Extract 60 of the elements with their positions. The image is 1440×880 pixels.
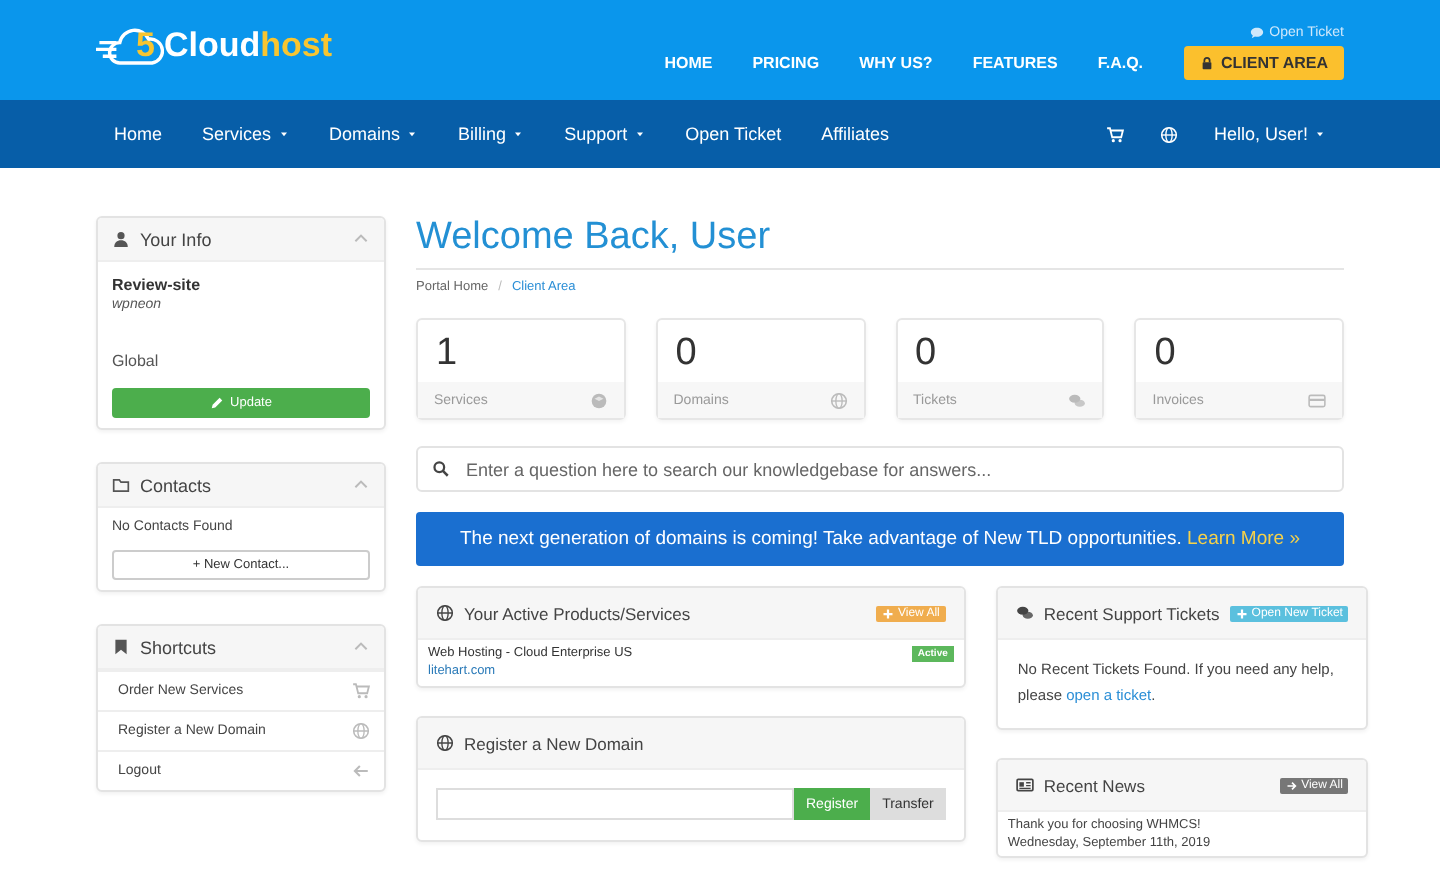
company-name: Review-site [112,276,203,294]
lock-icon [1199,55,1214,69]
cart-icon [1105,125,1124,143]
caret-icon [512,128,525,140]
chat-icon [1249,25,1264,39]
panel-title: Recent News [1043,775,1145,795]
stat-value: 0 [913,330,939,378]
newspaper-icon [1015,776,1034,794]
bookmark-icon [112,638,130,656]
stat-value: 1 [434,330,460,378]
menu-item[interactable]: Home [114,124,163,144]
caret-icon [1314,128,1326,140]
arrow-icon [1285,779,1298,791]
plus-icon [1235,607,1248,619]
collapse-icon [352,476,370,494]
menu-item[interactable]: Services [202,124,290,144]
language-button[interactable] [1159,125,1178,143]
globe-icon [436,604,454,622]
search-icon [432,460,450,478]
menu-item[interactable]: Affiliates [821,124,889,144]
panel-title: Shortcuts [140,637,217,657]
learn-more-link[interactable]: Learn More » [1187,528,1301,550]
region-text: Global [112,352,161,370]
cart-icon [352,682,370,700]
user-menu[interactable]: Hello, User! [1213,124,1326,144]
pencil-icon [210,396,225,410]
card-icon [1308,391,1326,409]
globe-icon [829,391,847,409]
panel-title: Recent Support Tickets [1043,603,1220,623]
menu-item[interactable]: Billing [458,124,525,144]
comments-icon [1015,604,1034,622]
arrow-icon [352,762,370,780]
plus-icon [881,607,894,619]
comments-icon [1068,391,1087,409]
search-field[interactable]: Enter a question here to search our knowledgebase for answers... [416,446,1344,492]
caret-icon [406,128,419,140]
menu-item[interactable]: Domains [329,124,419,144]
page-title: Welcome Back, User [416,216,1344,270]
collapse-icon [352,638,370,656]
globe-icon [436,734,454,752]
menu-item[interactable]: Open Ticket [685,124,782,144]
cart-button[interactable] [1105,125,1124,143]
panel-title: Your Active Products/Services [464,603,691,623]
globe-icon [1159,125,1178,143]
domain-input[interactable] [436,788,794,820]
caret-icon [277,128,290,140]
menu-item[interactable]: Support [564,124,646,144]
client-area-button[interactable]: CLIENT AREA [1183,45,1344,79]
caret-icon [633,128,646,140]
stat-value: 0 [1152,330,1178,378]
folder-icon [112,476,130,494]
panel-title: Register a New Domain [464,733,644,753]
panel-title: Contacts [140,475,212,495]
stat-value: 0 [673,330,699,378]
globe-icon [352,722,370,740]
panel-title: Your Info [140,229,212,249]
banner-text: The next generation of domains is coming! Take advantage of New TLD opportunities. Learn More » [459,528,1301,550]
collapse-icon [352,230,370,248]
logo-digit: 5 [136,26,155,66]
user-icon [112,230,130,248]
